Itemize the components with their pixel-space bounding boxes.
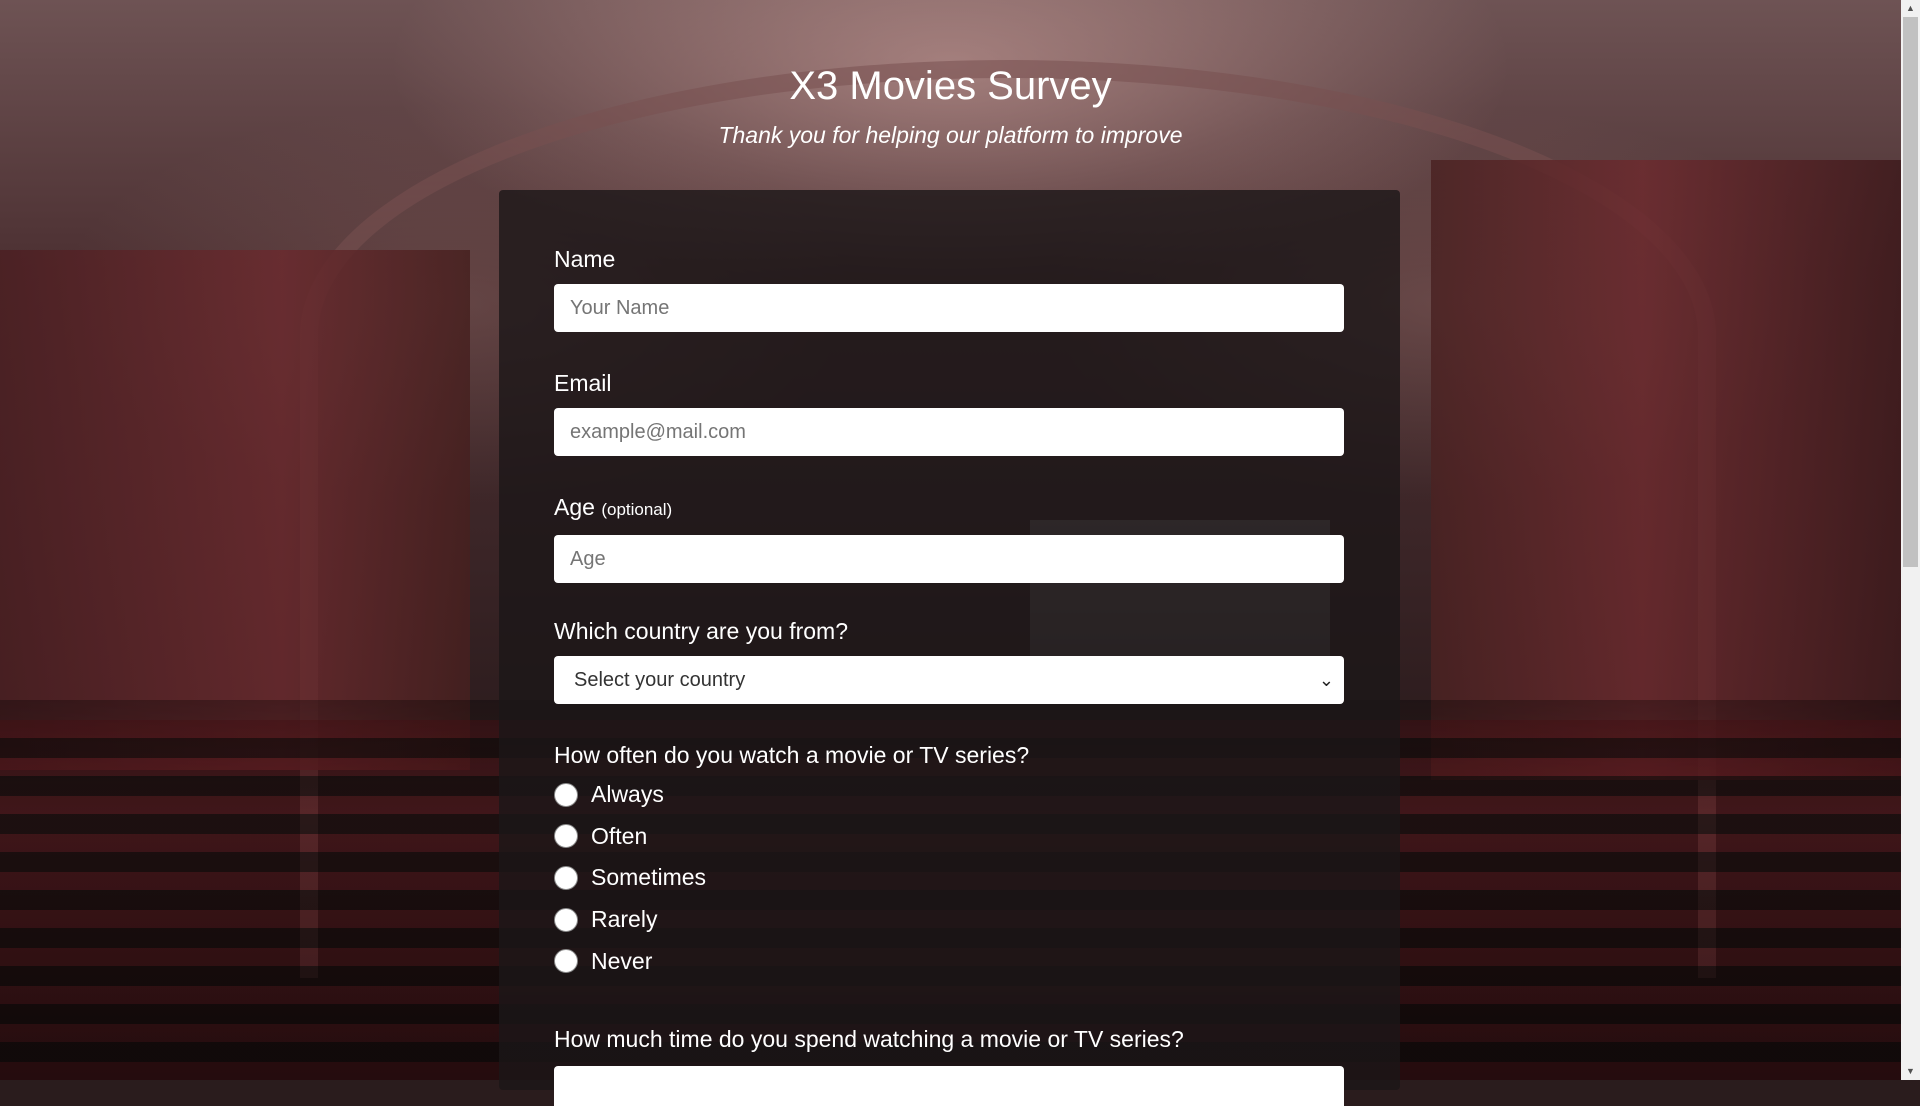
time-select[interactable]: [554, 1066, 1344, 1106]
radio-button[interactable]: [554, 782, 578, 807]
chevron-down-icon: ⌄: [1318, 670, 1334, 690]
country-select-value: Select your country: [574, 669, 746, 691]
radio-button[interactable]: [554, 949, 578, 974]
survey-form: Name Email Age (optional) Which country …: [499, 190, 1400, 1106]
name-label: Name: [554, 246, 616, 272]
country-select[interactable]: Select your country ⌄: [554, 656, 1344, 704]
page-scrollbar[interactable]: ▲ ▼: [1901, 0, 1920, 1080]
radio-button[interactable]: [554, 865, 578, 890]
age-label: Age (optional): [554, 492, 1344, 525]
email-label: Email: [554, 370, 612, 396]
age-label-text: Age: [554, 494, 595, 520]
radio-option-often[interactable]: Often: [554, 816, 1344, 858]
frequency-field-group: How often do you watch a movie or TV ser…: [554, 740, 1344, 982]
age-input[interactable]: [554, 535, 1344, 583]
radio-button[interactable]: [554, 907, 578, 932]
scrollbar-thumb[interactable]: [1903, 17, 1918, 567]
time-field-group: How much time do you spend watching a mo…: [554, 1024, 1344, 1054]
country-label: Which country are you from?: [554, 618, 849, 644]
country-field-group: Which country are you from? Select your …: [554, 616, 1344, 704]
radio-label: Sometimes: [591, 864, 707, 891]
radio-label: Never: [591, 947, 653, 974]
scroll-down-arrow-icon[interactable]: ▼: [1901, 1063, 1920, 1080]
age-field-group: Age (optional): [554, 492, 1344, 583]
survey-header: X3 Movies Survey Thank you for helping o…: [0, 60, 1901, 150]
radio-option-rarely[interactable]: Rarely: [554, 899, 1344, 941]
page-title: X3 Movies Survey: [789, 64, 1112, 108]
frequency-label: How often do you watch a movie or TV ser…: [554, 742, 1030, 768]
email-input[interactable]: [554, 408, 1344, 456]
radio-option-never[interactable]: Never: [554, 940, 1344, 982]
radio-label: Rarely: [591, 906, 658, 933]
scroll-up-arrow-icon[interactable]: ▲: [1901, 0, 1920, 17]
time-label: How much time do you spend watching a mo…: [554, 1026, 1184, 1052]
name-field-group: Name: [554, 244, 1344, 332]
page-subtitle: Thank you for helping our platform to im…: [718, 122, 1183, 148]
radio-label: Often: [591, 822, 648, 849]
radio-option-sometimes[interactable]: Sometimes: [554, 857, 1344, 899]
age-optional-note: (optional): [601, 500, 673, 519]
radio-label: Always: [591, 781, 664, 808]
name-input[interactable]: [554, 284, 1344, 332]
radio-button[interactable]: [554, 824, 578, 849]
email-field-group: Email: [554, 368, 1344, 456]
radio-option-always[interactable]: Always: [554, 774, 1344, 816]
